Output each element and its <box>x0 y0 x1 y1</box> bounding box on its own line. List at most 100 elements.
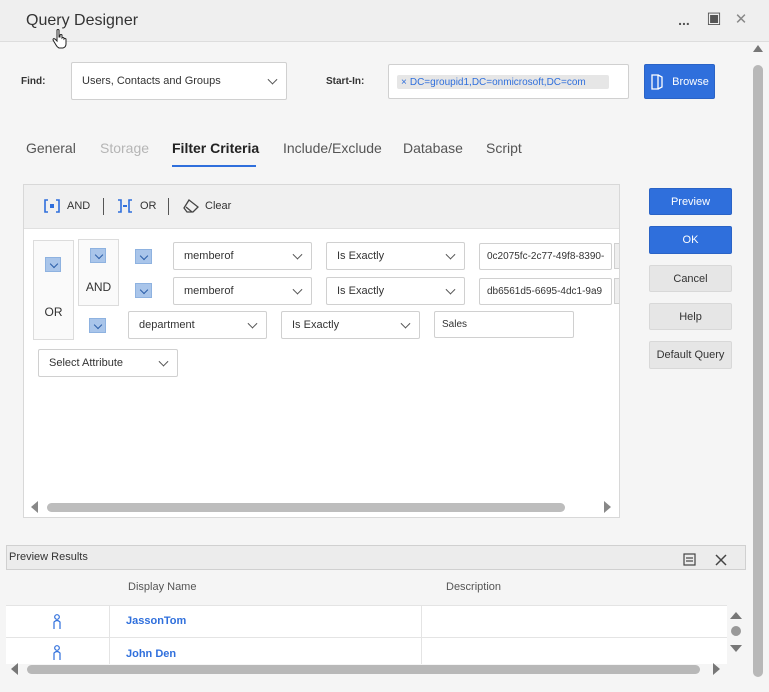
rule-attribute-value: department <box>139 319 195 331</box>
rule-operator-value: Is Exactly <box>292 319 340 331</box>
rule-value-input[interactable]: Sales <box>434 311 574 338</box>
rule-row-dropdown[interactable] <box>135 283 152 298</box>
preview-button[interactable]: Preview <box>649 188 732 215</box>
maximize-icon[interactable] <box>683 553 696 566</box>
browse-icon <box>651 73 663 90</box>
rule-value-input[interactable]: 0c2075fc-2c77-49f8-8390- <box>479 243 612 270</box>
or-group-label: OR <box>44 305 63 319</box>
find-dropdown-value: Users, Contacts and Groups <box>82 75 221 87</box>
rule-row-dropdown[interactable] <box>89 318 106 333</box>
start-in-tag-label: DC=groupid1,DC=onmicrosoft,DC=com <box>409 76 586 88</box>
and-label: AND <box>67 200 91 212</box>
results-scroll-left-arrow[interactable] <box>11 663 18 675</box>
scroll-left-arrow[interactable] <box>31 501 38 513</box>
tab-include-exclude[interactable]: Include/Exclude <box>283 140 382 156</box>
tab-storage: Storage <box>100 140 150 156</box>
results-column-header <box>6 571 727 605</box>
find-label: Find: <box>21 76 46 87</box>
tag-remove-icon[interactable]: × <box>401 77 407 88</box>
rule-row-dropdown[interactable] <box>135 249 152 264</box>
user-icon <box>53 645 61 660</box>
chevron-down-icon <box>445 284 456 295</box>
and-group-label: AND <box>85 280 112 294</box>
find-dropdown[interactable]: Users, Contacts and Groups <box>71 62 287 100</box>
and-group-dropdown[interactable] <box>90 248 106 263</box>
window-scroll-up-arrow[interactable] <box>753 45 763 52</box>
scroll-right-arrow[interactable] <box>604 501 611 513</box>
rule-value-input[interactable]: db6561d5-6695-4dc1-9a9 <box>479 278 612 305</box>
filter-toolbar <box>24 185 619 229</box>
or-bracket-icon <box>118 199 132 213</box>
user-display-name[interactable]: JassonTom <box>126 615 186 627</box>
rule-attribute-select[interactable]: department <box>128 311 267 339</box>
cancel-button[interactable]: Cancel <box>649 265 732 292</box>
cell-divider <box>421 638 422 664</box>
cell-divider <box>421 606 422 639</box>
window-scrollbar-thumb[interactable] <box>753 65 763 677</box>
rule-attribute-select[interactable]: memberof <box>173 242 312 270</box>
results-hscrollbar-thumb[interactable] <box>27 665 700 674</box>
start-in-tag: × DC=groupid1,DC=onmicrosoft,DC=com <box>397 75 609 89</box>
start-in-field[interactable]: × DC=groupid1,DC=onmicrosoft,DC=com <box>388 64 629 99</box>
rule-action-button[interactable] <box>614 278 619 304</box>
chevron-down-icon <box>400 318 411 329</box>
results-scrollbar-thumb[interactable] <box>731 626 741 636</box>
default-query-button[interactable]: Default Query <box>649 341 732 369</box>
rule-operator-value: Is Exactly <box>337 285 385 297</box>
user-icon <box>53 614 61 629</box>
table-row[interactable]: John Den <box>6 638 727 664</box>
and-bracket-icon <box>44 199 60 213</box>
window-title: Query Designer <box>26 12 139 29</box>
column-description: Description <box>446 581 502 593</box>
more-options-icon[interactable]: ... <box>674 10 694 30</box>
chevron-down-icon <box>267 74 278 85</box>
preview-results-header <box>6 545 746 570</box>
close-icon[interactable]: ✕ <box>731 10 751 30</box>
help-button[interactable]: Help <box>649 303 732 330</box>
chevron-down-icon <box>292 249 303 260</box>
rule-operator-select[interactable]: Is Exactly <box>326 277 465 305</box>
tab-filter-criteria[interactable]: Filter Criteria <box>172 140 259 156</box>
tab-script[interactable]: Script <box>486 140 522 156</box>
active-tab-underline <box>172 165 256 167</box>
cell-divider <box>109 638 110 664</box>
toolbar-divider <box>168 198 169 215</box>
rule-action-button[interactable] <box>614 243 619 269</box>
hand-cursor-icon <box>52 29 67 49</box>
toolbar-divider <box>103 198 104 215</box>
panel-scrollbar-thumb[interactable] <box>47 503 565 512</box>
browse-label: Browse <box>672 75 709 88</box>
rule-operator-select[interactable]: Is Exactly <box>326 242 465 270</box>
and-group-button[interactable]: AND <box>44 199 90 213</box>
rule-attribute-select[interactable]: memberof <box>173 277 312 305</box>
start-in-label: Start-In: <box>326 76 365 87</box>
user-display-name[interactable]: John Den <box>126 648 176 660</box>
tab-general[interactable]: General <box>26 140 76 156</box>
or-group-dropdown[interactable] <box>45 257 61 272</box>
rule-operator-select[interactable]: Is Exactly <box>281 311 420 339</box>
browse-button[interactable]: Browse <box>644 64 715 99</box>
chevron-down-icon <box>247 318 258 329</box>
results-scroll-down-arrow[interactable] <box>730 645 742 652</box>
rule-attribute-value: memberof <box>184 285 234 297</box>
ok-button[interactable]: OK <box>649 226 732 254</box>
cell-divider <box>109 606 110 639</box>
rule-attribute-value: memberof <box>184 250 234 262</box>
chevron-down-icon <box>445 249 456 260</box>
or-group-box <box>33 240 74 340</box>
or-group-button[interactable]: OR <box>117 199 157 213</box>
results-scroll-up-arrow[interactable] <box>730 612 742 619</box>
table-row[interactable]: JassonTom <box>6 605 727 639</box>
close-icon[interactable] <box>714 553 728 567</box>
eraser-icon <box>183 199 199 213</box>
column-display-name: Display Name <box>128 581 197 593</box>
select-attribute-dropdown[interactable]: Select Attribute <box>38 349 178 377</box>
chevron-down-icon <box>158 356 169 367</box>
results-scroll-right-arrow[interactable] <box>713 663 720 675</box>
tab-database[interactable]: Database <box>403 140 463 156</box>
or-label: OR <box>140 200 157 212</box>
maximize-icon[interactable]: ▣ <box>704 9 724 29</box>
clear-button[interactable]: Clear <box>183 199 231 213</box>
select-attribute-label: Select Attribute <box>49 357 123 369</box>
rule-operator-value: Is Exactly <box>337 250 385 262</box>
